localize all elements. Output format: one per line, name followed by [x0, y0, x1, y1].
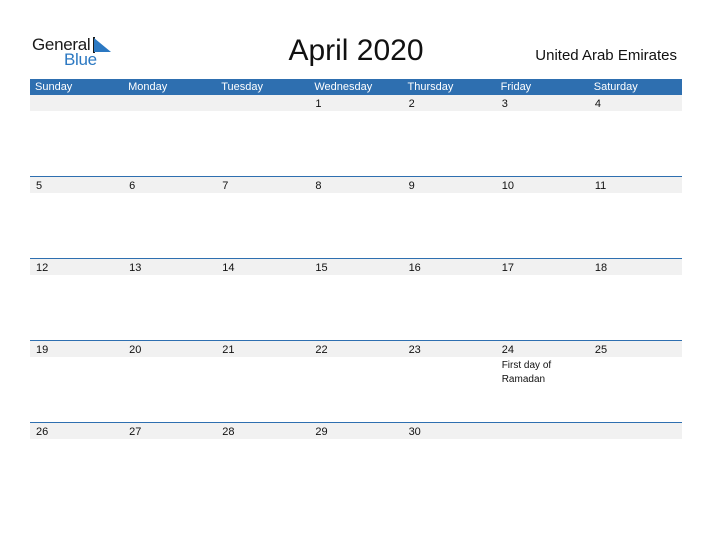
day-number: 27 [129, 426, 142, 438]
day-number: 20 [129, 344, 142, 356]
day-cell: 5 [30, 177, 123, 258]
day-number: 19 [36, 344, 49, 356]
week-row: 12 13 14 15 16 17 18 [30, 258, 682, 340]
day-cell: 6 [123, 177, 216, 258]
day-cell: 24 First day of Ramadan [496, 341, 589, 422]
day-cell: 16 [403, 259, 496, 340]
day-cell [30, 95, 123, 176]
day-cell [123, 95, 216, 176]
week-row: 1 2 3 4 [30, 95, 682, 176]
day-cell: 25 [589, 341, 682, 422]
day-number: 29 [315, 426, 328, 438]
day-cell: 13 [123, 259, 216, 340]
week-row: 26 27 28 29 30 [30, 422, 682, 504]
day-number: 10 [501, 180, 514, 192]
day-number: 13 [129, 262, 142, 274]
day-number: 14 [222, 262, 235, 274]
day-cell: 30 [403, 423, 496, 504]
day-number: 17 [501, 262, 514, 274]
week-row: 19 20 21 22 23 24 First day of Ramadan 25 [30, 340, 682, 422]
day-cell [216, 95, 309, 176]
day-number: 24 [501, 344, 514, 356]
day-cell: 23 [403, 341, 496, 422]
day-number: 21 [222, 344, 235, 356]
country-label: United Arab Emirates [535, 47, 677, 64]
day-number: 7 [222, 180, 229, 192]
weekday-saturday: Saturday [593, 81, 638, 93]
day-cell: 20 [123, 341, 216, 422]
day-number: 12 [36, 262, 49, 274]
weekday-friday: Friday [500, 81, 532, 93]
day-cell: 7 [216, 177, 309, 258]
day-cell: 10 [496, 177, 589, 258]
weekday-wednesday: Wednesday [314, 81, 373, 93]
day-cell [589, 423, 682, 504]
day-cell: 22 [309, 341, 402, 422]
day-number: 2 [408, 98, 415, 110]
day-cell: 17 [496, 259, 589, 340]
day-cell: 15 [309, 259, 402, 340]
day-cell: 29 [309, 423, 402, 504]
day-number: 30 [408, 426, 421, 438]
day-cell: 28 [216, 423, 309, 504]
day-number: 11 [594, 180, 607, 192]
day-cell: 2 [403, 95, 496, 176]
day-number: 16 [408, 262, 421, 274]
day-cell: 8 [309, 177, 402, 258]
day-cell: 3 [496, 95, 589, 176]
day-cell: 12 [30, 259, 123, 340]
weekday-monday: Monday [128, 81, 168, 93]
day-cell: 27 [123, 423, 216, 504]
day-cell [496, 423, 589, 504]
day-number: 8 [315, 180, 322, 192]
day-number: 6 [129, 180, 136, 192]
day-cell: 19 [30, 341, 123, 422]
day-number: 3 [501, 98, 508, 110]
day-cell: 26 [30, 423, 123, 504]
day-number: 5 [36, 180, 43, 192]
day-number: 28 [222, 426, 235, 438]
day-number: 1 [315, 98, 322, 110]
day-number: 18 [594, 262, 608, 274]
weekday-tuesday: Tuesday [221, 81, 264, 93]
day-number: 15 [315, 262, 328, 274]
day-number: 9 [408, 180, 415, 192]
weekday-sunday: Sunday [35, 81, 73, 93]
day-number: 25 [594, 344, 608, 356]
day-cell: 1 [309, 95, 402, 176]
weeks-container: 1 2 3 4 5 6 7 8 9 10 11 12 13 14 15 16 17 18 19 20 21 22 23 24 F… [30, 95, 682, 504]
day-number: 22 [315, 344, 328, 356]
weekday-thursday: Thursday [407, 81, 454, 93]
day-cell: 14 [216, 259, 309, 340]
day-number: 26 [36, 426, 49, 438]
day-cell: 11 [589, 177, 682, 258]
day-cell: 18 [589, 259, 682, 340]
day-number: 4 [594, 98, 601, 110]
day-number: 23 [408, 344, 421, 356]
week-row: 5 6 7 8 9 10 11 [30, 176, 682, 258]
weekday-header: Sunday Monday Tuesday Wednesday Thursday… [30, 79, 682, 95]
calendar-grid: Sunday Monday Tuesday Wednesday Thursday… [30, 79, 682, 504]
day-cell: 4 [589, 95, 682, 176]
holiday-event: First day of Ramadan [501, 360, 552, 385]
day-cell: 21 [216, 341, 309, 422]
day-cell: 9 [403, 177, 496, 258]
